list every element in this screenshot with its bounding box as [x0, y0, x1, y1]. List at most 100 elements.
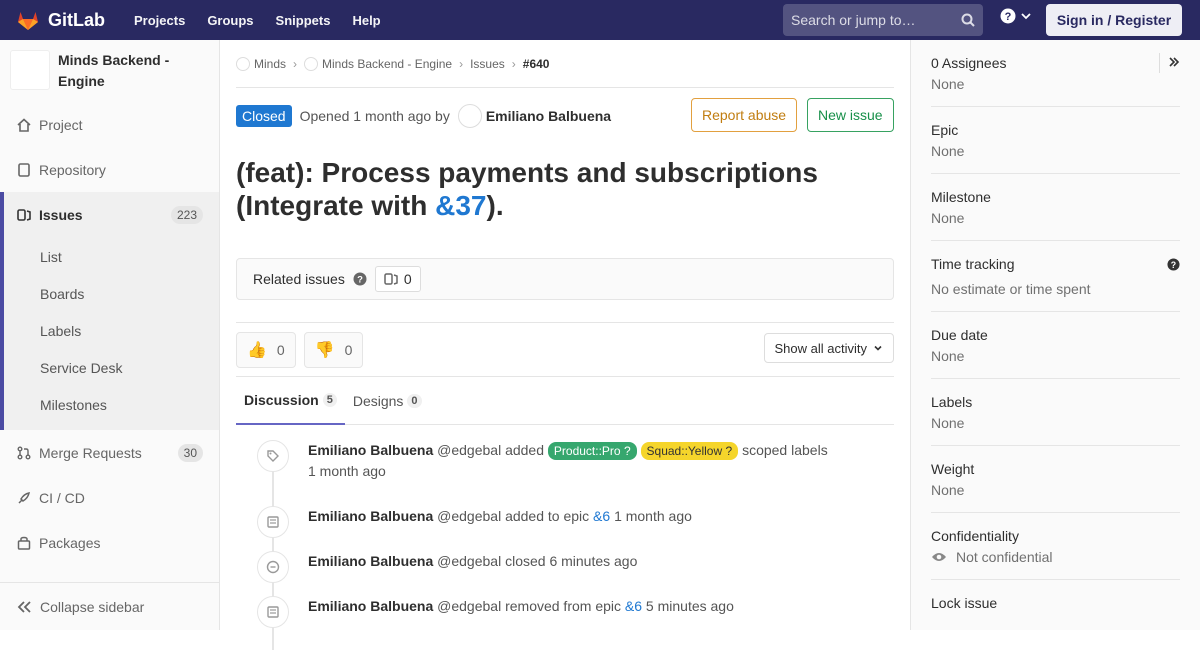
nav-snippets[interactable]: Snippets [265, 13, 342, 28]
gitlab-fox-icon [18, 12, 38, 30]
note-handle[interactable]: @edgebal [437, 442, 501, 458]
due-date-value: None [931, 348, 965, 364]
note-handle[interactable]: @edgebal [437, 508, 501, 524]
label-text: Product::Pro [553, 444, 621, 458]
question-icon[interactable]: ? [353, 272, 367, 286]
note-author[interactable]: Emiliano Balbuena [308, 598, 433, 614]
question-icon[interactable]: ? [1167, 257, 1180, 271]
collapse-label: Collapse sidebar [40, 598, 145, 615]
doc-icon [16, 162, 32, 178]
question-icon: ? [1000, 8, 1016, 24]
breadcrumb-issue-number[interactable]: #640 [523, 57, 550, 71]
chevron-down-icon [1021, 13, 1031, 20]
list-item: Emiliano Balbuena @edgebal closed 6 minu… [236, 551, 894, 596]
related-issues-count: 0 [374, 266, 421, 292]
epic-link[interactable]: &37 [435, 190, 486, 221]
related-issues-label: Related issues [253, 271, 345, 287]
sidebar-item-label: Project [39, 116, 83, 133]
chevron-right-icon: › [459, 56, 464, 71]
rocket-icon [16, 490, 32, 506]
subnav-list[interactable]: List [4, 239, 219, 276]
related-issues-block: Related issues ? 0 [236, 258, 894, 300]
time-tracking-block: Time tracking ? No estimate or time spen… [931, 241, 1180, 312]
thumbsup-award-button[interactable]: 👍 0 [236, 331, 296, 368]
note-time[interactable]: 1 month ago [614, 508, 692, 524]
sidebar-item-label: Packages [39, 534, 101, 551]
subnav-service-desk[interactable]: Service Desk [4, 350, 219, 387]
note-time[interactable]: 6 minutes ago [549, 553, 637, 569]
note-action: closed [505, 553, 546, 569]
related-count-value: 0 [403, 271, 412, 287]
breadcrumb-project[interactable]: Minds Backend - Engine [322, 57, 452, 71]
note-action: removed from epic [505, 598, 622, 614]
report-abuse-button[interactable]: Report abuse [691, 98, 798, 132]
subnav-milestones[interactable]: Milestones [4, 387, 219, 424]
nav-help[interactable]: Help [341, 13, 391, 28]
thumbsdown-count: 0 [344, 341, 353, 358]
sidebar-item-packages[interactable]: Packages [0, 520, 219, 565]
sidebar-item-label: Repository [39, 161, 106, 178]
help-dropdown[interactable]: ? [1000, 8, 1032, 24]
merge-request-icon [16, 445, 32, 461]
list-item: Emiliano Balbuena @edgebal added Product… [236, 440, 894, 506]
assignees-title: 0 Assignees [931, 55, 1007, 71]
time-tracking-title: Time tracking [931, 256, 1015, 272]
thumbsdown-award-button[interactable]: 👎 0 [303, 331, 364, 368]
tab-designs[interactable]: Designs 0 [345, 377, 430, 425]
sidebar-item-ci-cd[interactable]: CI / CD [0, 475, 219, 520]
tag-icon [257, 440, 289, 472]
sidebar-item-repository[interactable]: Repository [0, 147, 219, 192]
project-name: Minds Backend - Engine [58, 52, 170, 89]
sidebar-item-merge-requests[interactable]: Merge Requests 30 [0, 430, 219, 475]
note-time[interactable]: 5 minutes ago [646, 598, 734, 614]
tab-discussion[interactable]: Discussion 5 [236, 377, 345, 425]
epic-link[interactable]: &6 [625, 598, 642, 614]
project-avatar-small [304, 56, 319, 71]
gitlab-logo[interactable]: GitLab [16, 8, 105, 32]
label-product-pro[interactable]: Product::Pro ? [547, 442, 637, 460]
breadcrumb-issues[interactable]: Issues [470, 57, 505, 71]
project-avatar [10, 50, 50, 90]
note-body: Emiliano Balbuena @edgebal closed 6 minu… [308, 551, 637, 596]
thumbsup-count: 0 [276, 341, 285, 358]
subnav-boards[interactable]: Boards [4, 276, 219, 313]
svg-text:?: ? [1171, 259, 1176, 269]
avatar[interactable] [457, 104, 482, 128]
tab-label: Discussion [244, 392, 319, 408]
due-date-title: Due date [931, 327, 988, 343]
nav-projects[interactable]: Projects [123, 13, 196, 28]
sidebar-item-project[interactable]: Project [0, 102, 219, 147]
note-handle[interactable]: @edgebal [437, 553, 501, 569]
note-author[interactable]: Emiliano Balbuena [308, 442, 433, 458]
home-icon [16, 117, 32, 133]
note-author[interactable]: Emiliano Balbuena [308, 508, 433, 524]
milestone-value: None [931, 210, 965, 226]
issues-subnav: List Boards Labels Service Desk Mileston… [0, 237, 219, 430]
note-author[interactable]: Emiliano Balbuena [308, 553, 433, 569]
nav-groups[interactable]: Groups [196, 13, 264, 28]
project-header[interactable]: Minds Backend - Engine [0, 40, 219, 102]
double-chevron-left-icon [17, 600, 31, 613]
merge-requests-count-badge: 30 [177, 443, 203, 462]
weight-value: None [931, 482, 965, 498]
note-time[interactable]: 1 month ago [308, 463, 386, 479]
svg-text:?: ? [1005, 11, 1012, 23]
awards-bar: 👍 0 👎 0 Show all activity [236, 323, 894, 377]
collapse-sidebar-button[interactable]: Collapse sidebar [0, 582, 219, 630]
new-issue-button[interactable]: New issue [807, 98, 894, 132]
author-name[interactable]: Emiliano Balbuena [486, 108, 611, 124]
opened-text: Opened 1 month ago by [299, 108, 450, 124]
sign-in-button[interactable]: Sign in / Register [1046, 4, 1182, 36]
subnav-labels[interactable]: Labels [4, 313, 219, 350]
epic-link[interactable]: &6 [593, 508, 610, 524]
search-input[interactable]: Search or jump to… [783, 4, 983, 36]
sidebar-item-issues[interactable]: Issues 223 [0, 192, 219, 237]
activity-filter-dropdown[interactable]: Show all activity [763, 333, 894, 363]
chevron-right-icon: › [511, 56, 516, 71]
label-squad-yellow[interactable]: Squad::Yellow ? [640, 442, 739, 460]
breadcrumb-minds[interactable]: Minds [254, 57, 286, 71]
search-icon [961, 13, 975, 27]
note-body: Emiliano Balbuena @edgebal added Product… [308, 440, 828, 506]
note-handle[interactable]: @edgebal [437, 598, 501, 614]
double-chevron-right-icon[interactable] [1159, 53, 1180, 73]
